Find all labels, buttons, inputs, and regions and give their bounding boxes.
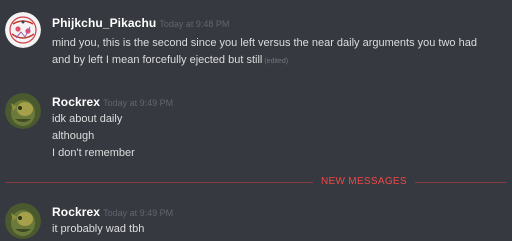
- message-header: Phijkchu_Pikachu Today at 9:48 PM: [52, 16, 229, 31]
- message-text: idk about daily: [52, 112, 122, 126]
- timestamp: Today at 9:48 PM: [159, 19, 230, 29]
- message-line: mind you, this is the second since you l…: [52, 37, 477, 49]
- message-line: although: [52, 130, 95, 142]
- edited-label: (edited): [264, 58, 289, 65]
- rockrex-avatar-icon[interactable]: [5, 93, 41, 129]
- message-line: and by left I mean forcefully ejected bu…: [52, 54, 263, 66]
- timestamp: Today at 9:49 PM: [103, 208, 174, 218]
- message-text: and by left I mean forcefully ejected bu…: [52, 53, 288, 69]
- username[interactable]: Phijkchu_Pikachu: [52, 16, 156, 30]
- message-line: it probably wad tbh: [52, 223, 145, 235]
- pikachu-avatar-icon[interactable]: [5, 12, 41, 48]
- username[interactable]: Rockrex: [52, 205, 100, 219]
- rockrex-avatar-icon[interactable]: [5, 203, 41, 239]
- new-messages-label: NEW MESSAGES: [313, 176, 415, 188]
- message-header: Rockrex Today at 9:49 PM: [52, 95, 173, 110]
- message-line: I don't remember: [52, 147, 135, 159]
- username[interactable]: Rockrex: [52, 95, 100, 109]
- message-text: although: [52, 129, 94, 143]
- message-header: Rockrex Today at 9:49 PM: [52, 205, 173, 220]
- message-text: it probably wad tbh: [52, 222, 144, 236]
- timestamp: Today at 9:49 PM: [103, 98, 174, 108]
- message-text: mind you, this is the second since you l…: [52, 36, 477, 50]
- message-text: I don't remember: [52, 146, 135, 160]
- new-messages-divider: [6, 182, 506, 183]
- message-line: idk about daily: [52, 113, 123, 125]
